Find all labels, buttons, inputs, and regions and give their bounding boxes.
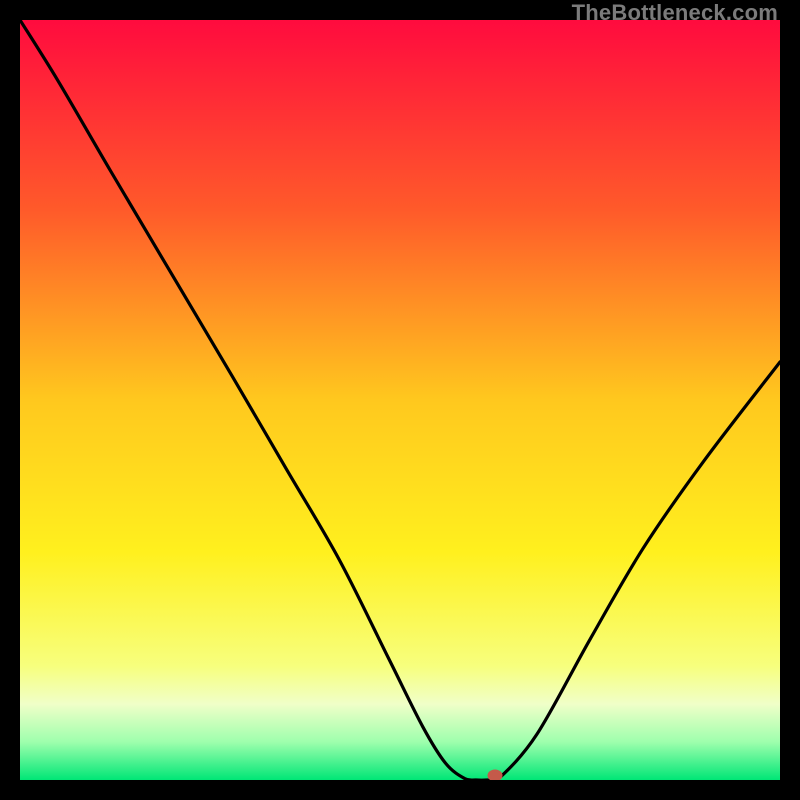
chart-svg [20, 20, 780, 780]
chart-background [20, 20, 780, 780]
chart-frame [20, 20, 780, 780]
attribution-text: TheBottleneck.com [572, 0, 778, 26]
